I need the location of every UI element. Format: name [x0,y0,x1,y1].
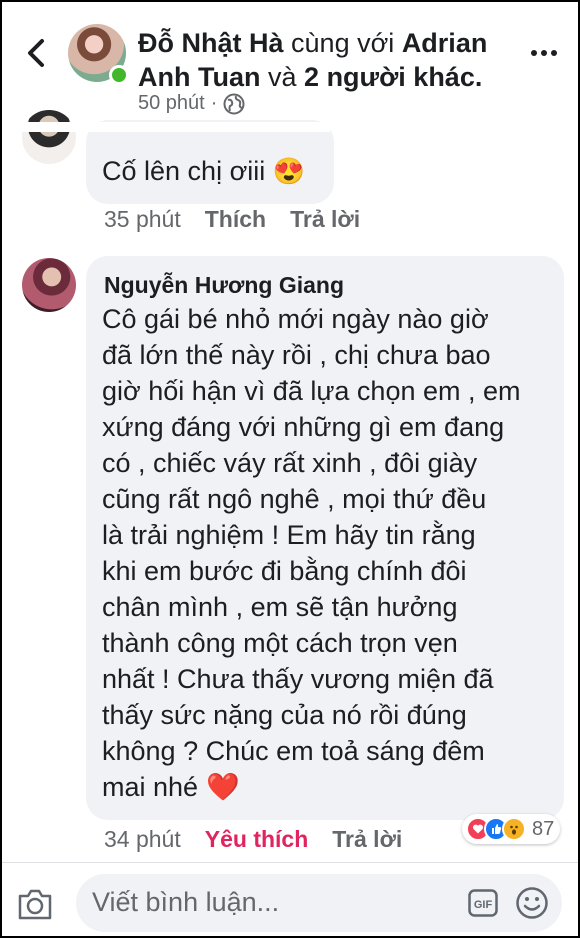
globe-icon [223,93,245,114]
with-text: cùng với [291,28,395,58]
meta-dot: · [210,92,218,114]
more-options-icon[interactable] [530,49,558,57]
comment-text-line: Cô gái bé nhỏ mới ngày nào giờ [102,304,489,334]
comment-text-line: thấy sức nặng của nó rồi đúng [102,700,467,730]
comment-time[interactable]: 34 phút [104,826,181,853]
comment-input-placeholder: Viết bình luận... [92,887,280,917]
wow-reaction-icon [502,817,526,841]
comment-text-line: đã lớn thế này rồi , chị chưa bao [102,340,491,370]
emoji-picker-icon[interactable] [515,886,549,920]
comment-text-line-content: mai nhé [102,772,199,802]
comment-text-line: giờ hối hận vì đã lựa chọn em , em [102,376,521,406]
comment-text-line: có , chiếc váy rất xinh , đôi giày [102,448,478,478]
back-arrow-icon[interactable] [22,36,52,70]
comment-text-line: khi em bước đi bằng chính đôi [102,556,467,586]
comment-text: Cố lên chị ơiii 😍 [102,153,305,189]
camera-icon[interactable] [16,886,54,922]
comment-text: Cô gái bé nhỏ mới ngày nào giờ đã lớn thế… [102,301,552,805]
heart-eyes-emoji: 😍 [272,156,306,186]
commenter-avatar[interactable] [22,258,76,312]
comment-author[interactable]: Nguyễn Hương Giang [104,272,344,299]
reply-button[interactable]: Trả lời [290,206,360,233]
comment-text-content: Cố lên chị ơiii [102,156,266,186]
comment-text-line: mai nhé ❤️ [102,769,552,805]
comment-text-line: nhất ! Chưa thấy vương miện đã [102,664,494,694]
gif-label: GIF [474,899,493,911]
comment-text-line: chân mình , em sẽ tận hưởng [102,592,458,622]
post-time[interactable]: 50 phút [138,92,205,115]
reaction-summary[interactable]: 87 [462,814,561,844]
gif-icon[interactable]: GIF [468,889,498,917]
heart-emoji: ❤️ [206,772,240,802]
comment-actions: 34 phút Yêu thích Trả lời [104,826,426,853]
scroll-mask [0,122,330,132]
reply-button[interactable]: Trả lời [332,826,402,853]
comment-time[interactable]: 35 phút [104,206,181,233]
post-meta: 50 phút · [138,92,245,115]
comment-text-line: là trải nghiệm ! Em hãy tin rằng [102,520,476,550]
online-status-dot [109,65,129,85]
and-text: và [268,62,297,92]
comment-text-line: xứng đáng với những gì em đang [102,412,505,442]
reaction-count: 87 [532,817,555,840]
author-name[interactable]: Đỗ Nhật Hà [138,28,284,58]
love-reaction-button[interactable]: Yêu thích [205,826,309,853]
comment-text-line: thành công một cách trọn vẹn [102,628,458,658]
post-title: Đỗ Nhật Hà cùng với Adrian Anh Tuan và 2… [138,26,508,94]
comment-text-line: cũng rất ngô nghê , mọi thứ đều [102,484,487,514]
others-link[interactable]: 2 người khác. [304,62,482,92]
like-button[interactable]: Thích [205,206,266,233]
comment-actions: 35 phút Thích Trả lời [104,206,384,233]
comment-text-line: không ? Chúc em toả sáng đêm [102,736,485,766]
commenter-avatar[interactable] [22,110,76,164]
